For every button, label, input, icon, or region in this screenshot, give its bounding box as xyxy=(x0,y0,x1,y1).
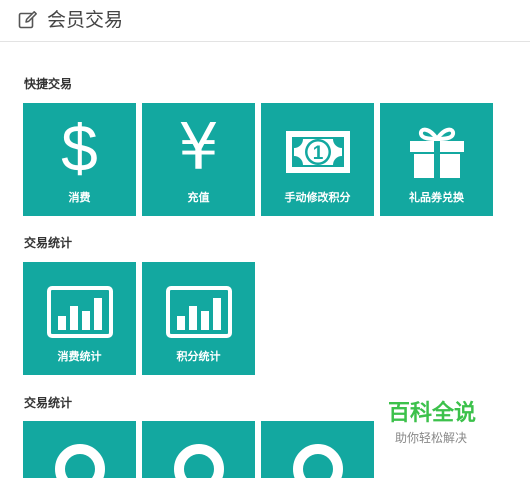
gift-icon xyxy=(409,127,464,178)
dollar-icon: $ xyxy=(61,111,98,185)
tile-label: 积分统计 xyxy=(176,350,221,363)
watermark: 百科全说 助你轻松解决 xyxy=(386,400,506,452)
ring-tile-3[interactable] xyxy=(261,421,374,478)
watermark-brand: 百科全说 xyxy=(388,401,477,426)
tile-label: 手动修改积分 xyxy=(284,191,351,204)
tile-label: 礼品券兑换 xyxy=(409,191,464,204)
ring-tile-1[interactable] xyxy=(23,421,136,478)
bar-chart-icon xyxy=(46,286,113,338)
recharge-tile[interactable]: ¥ 充值 xyxy=(142,103,255,216)
tile-label: 充值 xyxy=(187,191,210,204)
section-title-quick-trade: 快捷交易 xyxy=(24,77,73,91)
ring-icon xyxy=(173,444,224,478)
ring-tile-2[interactable] xyxy=(142,421,255,478)
page-title: 会员交易 xyxy=(47,9,124,31)
tile-label: 消费统计 xyxy=(57,350,102,363)
ring-icon xyxy=(54,444,105,478)
points-stats-tile[interactable]: 积分统计 xyxy=(142,262,255,375)
manual-points-tile[interactable]: 1 手动修改积分 xyxy=(261,103,374,216)
watermark-subtitle: 助你轻松解决 xyxy=(395,431,468,445)
banknote-icon: 1 xyxy=(285,131,350,173)
consume-stats-tile[interactable]: 消费统计 xyxy=(23,262,136,375)
bar-chart-icon xyxy=(165,286,232,338)
section-title-trade-stats: 交易统计 xyxy=(24,236,73,250)
yen-icon: ¥ xyxy=(178,111,219,185)
svg-text:1: 1 xyxy=(312,143,323,164)
tile-label: 消费 xyxy=(68,191,91,204)
consume-tile[interactable]: $ 消费 xyxy=(23,103,136,216)
gift-voucher-tile[interactable]: 礼品券兑换 xyxy=(380,103,493,216)
edit-icon xyxy=(18,11,37,29)
page-header: 会员交易 xyxy=(0,0,530,42)
ring-icon xyxy=(292,444,343,478)
section-title-trade-stats-2: 交易统计 xyxy=(24,396,73,410)
member-trade-page: 会员交易 快捷交易 $ 消费 ¥ 充值 1 手动修改积分 礼品券兑换 交易统计 … xyxy=(0,0,530,478)
